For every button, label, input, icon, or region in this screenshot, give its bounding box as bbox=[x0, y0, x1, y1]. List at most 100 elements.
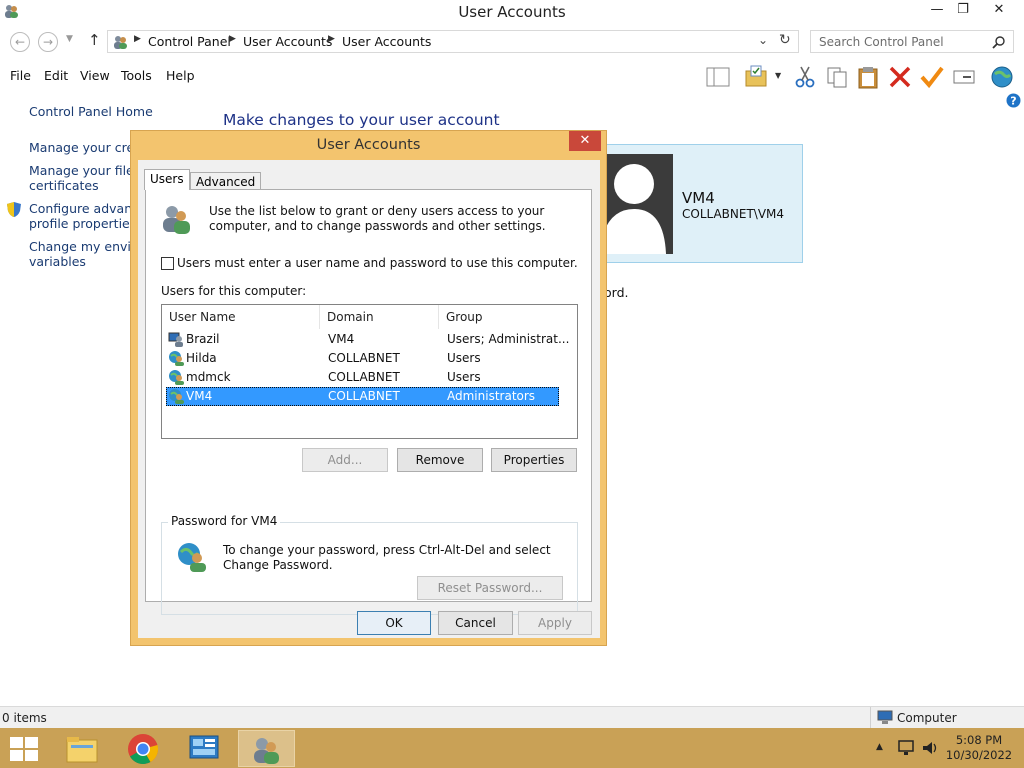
rename-icon[interactable] bbox=[952, 65, 976, 89]
address-dropdown-icon[interactable]: ⌄ bbox=[758, 33, 768, 47]
domain-user-icon bbox=[169, 351, 184, 366]
volume-icon[interactable] bbox=[921, 739, 939, 757]
up-arrow-icon[interactable]: ↑ bbox=[88, 31, 101, 49]
network-globe-icon[interactable] bbox=[990, 65, 1014, 89]
folder-options-icon[interactable] bbox=[744, 65, 768, 89]
taskbar-control-panel[interactable] bbox=[177, 730, 234, 767]
svg-text:?: ? bbox=[1010, 95, 1016, 108]
control-panel-taskbar-icon bbox=[189, 735, 219, 759]
user-name: Brazil bbox=[186, 332, 220, 346]
restore-button[interactable]: ❐ bbox=[948, 0, 978, 22]
tab-advanced[interactable]: Advanced bbox=[190, 172, 262, 189]
user-group: Users; Administrat... bbox=[447, 332, 570, 346]
menu-edit[interactable]: Edit bbox=[44, 68, 68, 83]
menu-view[interactable]: View bbox=[80, 68, 110, 83]
reset-password-button[interactable]: Reset Password... bbox=[417, 576, 563, 600]
start-button[interactable] bbox=[10, 737, 38, 761]
require-password-label[interactable]: Users must enter a user name and passwor… bbox=[177, 256, 578, 271]
show-hidden-icons[interactable]: ▲ bbox=[876, 742, 883, 752]
clock[interactable]: 5:08 PM 10/30/2022 bbox=[944, 733, 1014, 763]
dialog-body: Users Advanced Use the list below to gra… bbox=[138, 160, 600, 638]
add-user-button[interactable]: Add... bbox=[302, 448, 388, 472]
column-group[interactable]: Group bbox=[439, 305, 577, 329]
page-title: Make changes to your user account bbox=[223, 111, 500, 129]
chevron-right-icon: ▶ bbox=[134, 34, 141, 44]
address-row: ← → ▼ ↑ ▶ Control Panel ▶ User Accounts … bbox=[0, 26, 1024, 58]
window-title: User Accounts bbox=[458, 3, 566, 21]
search-input[interactable]: Search Control Panel bbox=[810, 30, 1014, 53]
users-tab-panel: Use the list below to grant or deny user… bbox=[145, 189, 592, 615]
layout-pane-icon[interactable] bbox=[706, 65, 730, 89]
address-bar[interactable]: ▶ Control Panel ▶ User Accounts ▶ User A… bbox=[107, 30, 799, 53]
menu-file[interactable]: File bbox=[10, 68, 31, 83]
chrome-icon bbox=[128, 734, 159, 765]
column-domain[interactable]: Domain bbox=[320, 305, 439, 329]
password-instructions: To change your password, press Ctrl-Alt-… bbox=[223, 543, 551, 572]
taskbar: ▲ 5:08 PM 10/30/2022 bbox=[0, 728, 1024, 768]
user-row-brazil[interactable]: Brazil VM4 Users; Administrat... bbox=[166, 330, 569, 349]
user-accounts-dialog: User Accounts ✕ Users Advanced Use the l… bbox=[130, 130, 607, 646]
refresh-icon[interactable]: ↻ bbox=[779, 32, 791, 48]
clock-time: 5:08 PM bbox=[955, 733, 1003, 747]
user-accounts-taskbar-icon bbox=[254, 738, 279, 764]
user-row-hilda[interactable]: Hilda COLLABNET Users bbox=[166, 349, 559, 368]
ok-button[interactable]: OK bbox=[357, 611, 431, 635]
password-group-title: Password for VM4 bbox=[168, 514, 281, 528]
apply-button[interactable]: Apply bbox=[518, 611, 592, 635]
breadcrumb-user-accounts-current[interactable]: User Accounts bbox=[342, 34, 431, 49]
user-name: mdmck bbox=[186, 370, 231, 384]
nav-manage-file-encryption-2[interactable]: certificates bbox=[29, 178, 99, 193]
recent-dropdown-icon[interactable]: ▼ bbox=[66, 34, 73, 44]
require-password-checkbox[interactable] bbox=[161, 257, 174, 270]
menu-tools[interactable]: Tools bbox=[121, 68, 152, 83]
status-bar: 0 items Computer bbox=[0, 706, 1024, 728]
user-row-vm4[interactable]: VM4 COLLABNET Administrators bbox=[166, 387, 559, 406]
breadcrumb-control-panel[interactable]: Control Panel bbox=[148, 34, 231, 49]
dialog-title: User Accounts bbox=[316, 137, 421, 153]
search-icon[interactable] bbox=[992, 35, 1006, 49]
tab-users[interactable]: Users bbox=[144, 169, 190, 190]
cut-icon[interactable] bbox=[793, 65, 817, 89]
dialog-close-button[interactable]: ✕ bbox=[569, 131, 601, 151]
forward-button[interactable]: → bbox=[38, 32, 58, 52]
user-domain: COLLABNET bbox=[328, 370, 400, 384]
breadcrumb-user-accounts[interactable]: User Accounts bbox=[243, 34, 332, 49]
user-row-mdmck[interactable]: mdmck COLLABNET Users bbox=[166, 368, 559, 387]
local-user-icon bbox=[168, 332, 183, 347]
clock-date: 10/30/2022 bbox=[945, 748, 1013, 762]
account-name: VM4 bbox=[682, 189, 715, 207]
account-panel: VM4 COLLABNET\VM4 bbox=[603, 144, 803, 263]
cancel-button[interactable]: Cancel bbox=[438, 611, 513, 635]
menu-bar: File Edit View Tools Help ▼ bbox=[0, 62, 1024, 89]
properties-check-icon[interactable] bbox=[920, 65, 944, 89]
computer-icon bbox=[877, 710, 893, 724]
item-count: 0 items bbox=[2, 711, 47, 725]
taskbar-user-accounts[interactable] bbox=[238, 730, 295, 767]
delete-icon[interactable] bbox=[888, 65, 912, 89]
user-name: Hilda bbox=[186, 351, 217, 365]
properties-button[interactable]: Properties bbox=[491, 448, 577, 472]
dialog-intro-text: Use the list below to grant or deny user… bbox=[209, 204, 546, 233]
nav-change-environment-variables-2[interactable]: variables bbox=[29, 254, 86, 269]
taskbar-file-explorer[interactable] bbox=[54, 730, 111, 767]
user-group: Administrators bbox=[447, 389, 536, 403]
toolbar-dropdown-icon[interactable]: ▼ bbox=[775, 71, 781, 80]
menu-help[interactable]: Help bbox=[166, 68, 195, 83]
close-window-button[interactable]: ✕ bbox=[984, 0, 1014, 22]
help-icon[interactable]: ? bbox=[1006, 93, 1021, 108]
control-panel-icon bbox=[114, 36, 127, 49]
back-button[interactable]: ← bbox=[10, 32, 30, 52]
taskbar-chrome[interactable] bbox=[115, 730, 172, 767]
paste-icon[interactable] bbox=[856, 65, 880, 89]
nav-control-panel-home[interactable]: Control Panel Home bbox=[29, 104, 153, 119]
user-domain: COLLABNET bbox=[328, 389, 400, 403]
users-list[interactable]: User Name Domain Group Brazil VM4 Users;… bbox=[161, 304, 578, 439]
chevron-right-icon: ▶ bbox=[229, 34, 236, 44]
nav-configure-advanced-profile-2[interactable]: profile properties bbox=[29, 216, 136, 231]
remove-user-button[interactable]: Remove bbox=[397, 448, 483, 472]
column-user-name[interactable]: User Name bbox=[162, 305, 320, 329]
copy-icon[interactable] bbox=[825, 65, 849, 89]
user-group: Users bbox=[447, 370, 481, 384]
network-icon[interactable] bbox=[897, 739, 915, 757]
user-group: Users bbox=[447, 351, 481, 365]
